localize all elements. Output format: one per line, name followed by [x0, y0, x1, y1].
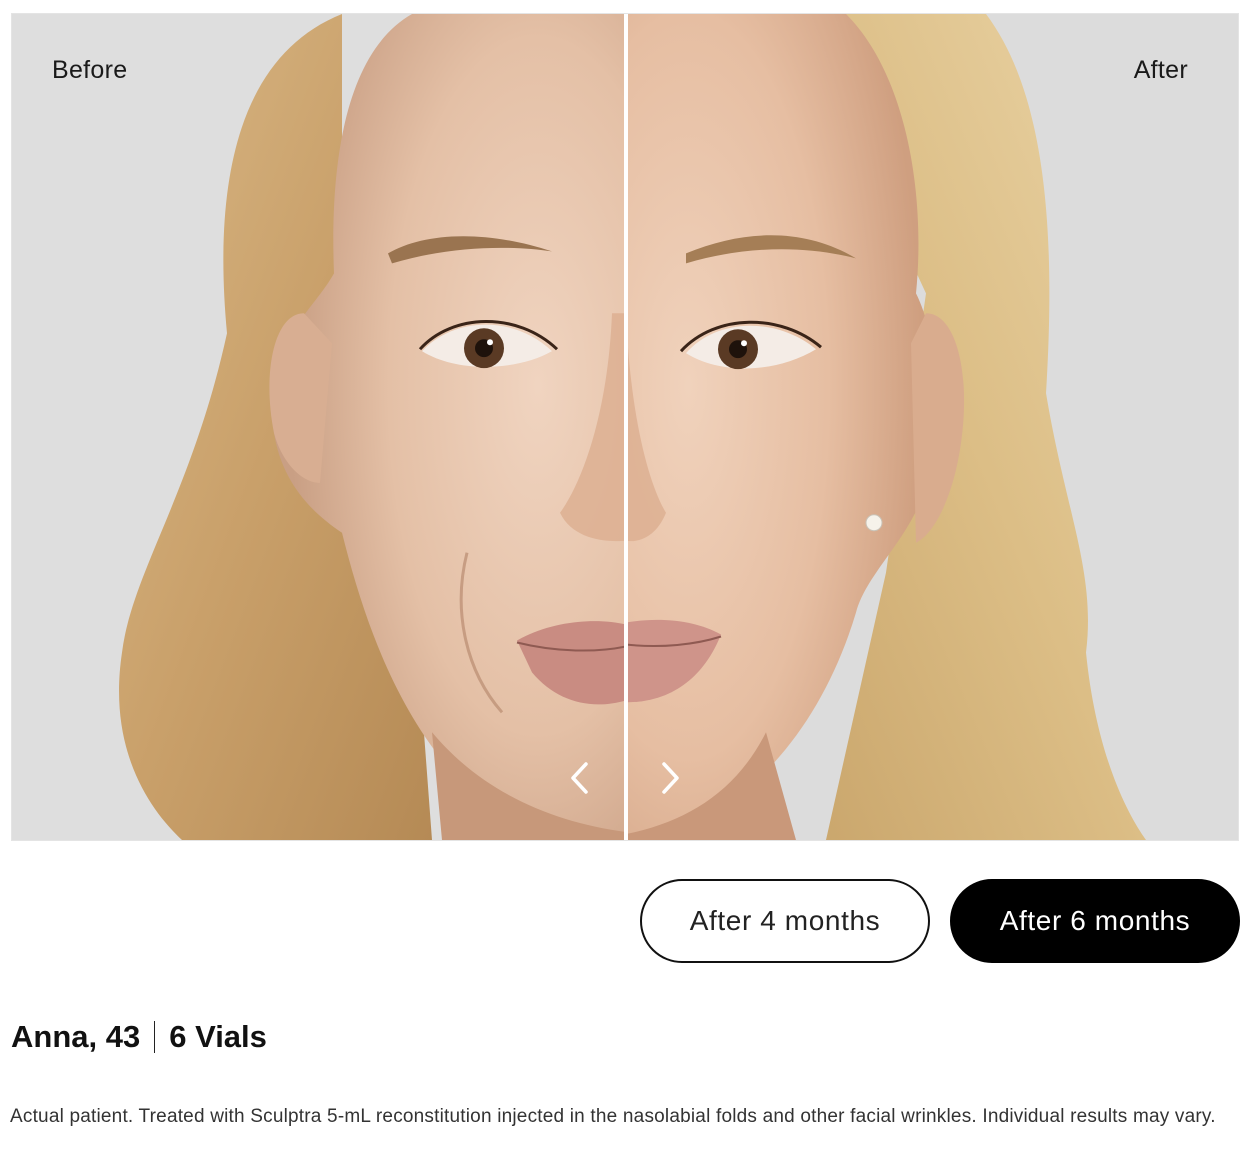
slider-divider[interactable]: [624, 14, 628, 840]
patient-heading: Anna, 43 6 Vials: [11, 1019, 267, 1055]
heading-separator: [154, 1021, 156, 1053]
chevron-right-icon: [662, 762, 679, 794]
before-after-slider[interactable]: Before After: [11, 13, 1239, 841]
before-label: Before: [52, 56, 128, 84]
slider-next-handle[interactable]: [650, 756, 690, 800]
patient-disclaimer: Actual patient. Treated with Sculptra 5-…: [10, 1106, 1216, 1127]
chevron-left-icon: [571, 762, 588, 794]
patient-vials: 6 Vials: [169, 1019, 267, 1054]
slider-prev-handle[interactable]: [560, 756, 600, 800]
after-photo: [626, 14, 1238, 840]
after-4-months-button[interactable]: After 4 months: [640, 879, 930, 963]
patient-name-age: Anna, 43: [11, 1019, 141, 1054]
before-photo: [12, 14, 626, 840]
after-6-months-button[interactable]: After 6 months: [950, 879, 1240, 963]
after-label: After: [1133, 56, 1188, 84]
